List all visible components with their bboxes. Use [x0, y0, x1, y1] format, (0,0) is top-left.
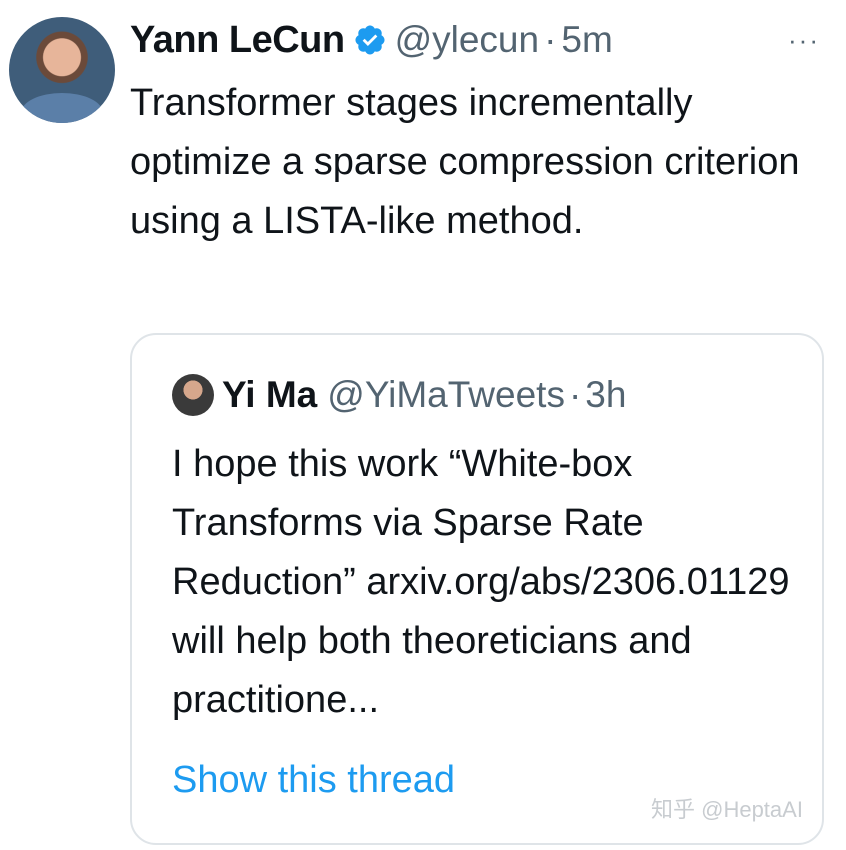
show-thread-link[interactable]: Show this thread	[172, 759, 455, 802]
quoted-tweet-card[interactable]: Yi Ma @YiMaTweets · 3h I hope this work …	[130, 333, 824, 845]
verified-badge-icon	[355, 25, 385, 55]
tweet-timestamp[interactable]: 5m	[561, 19, 612, 61]
quoted-tweet-timestamp[interactable]: 3h	[585, 374, 626, 416]
quoted-author-name[interactable]: Yi Ma	[222, 374, 317, 416]
quoted-separator-dot: ·	[568, 374, 582, 415]
avatar-shirt	[21, 93, 103, 123]
separator-dot: ·	[544, 19, 557, 60]
more-options-icon[interactable]: ···	[788, 25, 820, 56]
watermark: 知乎 @HeptaAI	[651, 797, 803, 822]
author-handle[interactable]: @ylecun	[395, 19, 540, 61]
tweet-header: Yann LeCun @ylecun · 5m	[130, 12, 613, 68]
quoted-tweet-text: I hope this work “White-box Transforms v…	[172, 443, 790, 721]
quoted-author-avatar[interactable]	[172, 374, 214, 416]
tweet-text: Transformer stages incrementally optimiz…	[130, 82, 800, 242]
quoted-tweet-header: Yi Ma @YiMaTweets · 3h	[172, 370, 626, 420]
author-avatar[interactable]	[9, 17, 115, 123]
quoted-author-handle[interactable]: @YiMaTweets	[327, 374, 565, 416]
author-name[interactable]: Yann LeCun	[130, 19, 345, 62]
